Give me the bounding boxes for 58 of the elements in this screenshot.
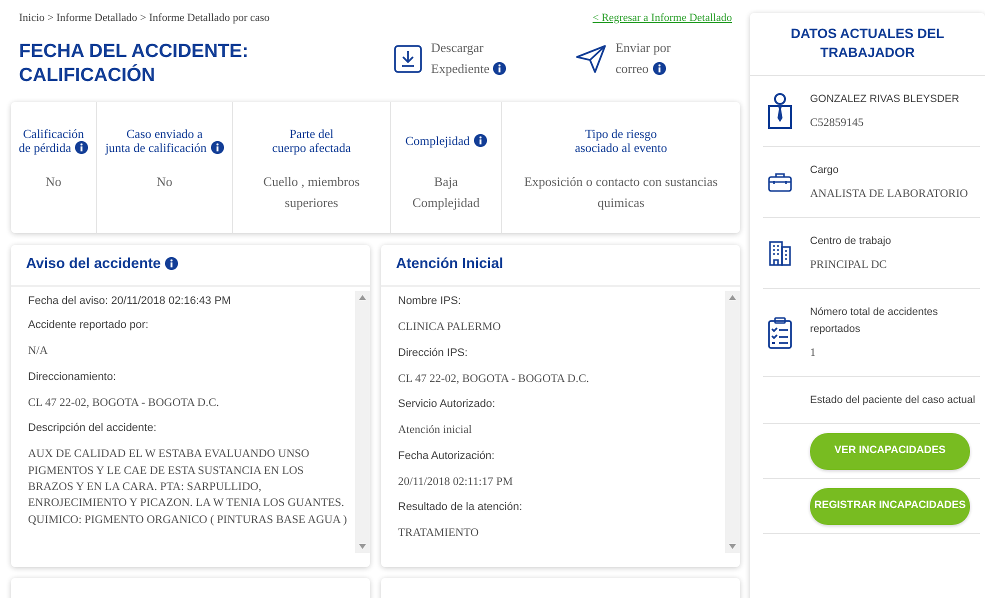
field-label: Descripción del accidente:: [28, 422, 158, 436]
action-link[interactable]: Descargar Expediente: [431, 38, 506, 80]
info-icon[interactable]: [493, 62, 506, 75]
column-heading: Calificación de pérdida: [18, 126, 88, 156]
field-value: CL 47 22-02, BOGOTA - BOGOTA D.C.: [28, 396, 220, 411]
info-icon[interactable]: [75, 141, 88, 154]
field-value: TRATAMIENTO: [398, 526, 480, 542]
card-title: Atención Inicial: [396, 256, 504, 272]
field-label: Accidente reportado por:: [28, 319, 150, 332]
field-value: C52859145: [810, 116, 865, 131]
info-icon[interactable]: [210, 141, 224, 154]
view-button[interactable]: VER INCAPACIDADES: [810, 432, 970, 470]
field-value: ANALISTA DE LABORATORIO: [810, 186, 968, 202]
field-label: Fecha del aviso: 20/11/2018 02:16:43 PM: [28, 295, 232, 308]
info-icon[interactable]: [652, 62, 666, 75]
field-value: CL 47 22-02, BOGOTA - BOGOTA D.C.: [398, 372, 590, 387]
person-icon: [768, 93, 792, 130]
field-value: 20/11/2018 02:11:17 PM: [398, 474, 514, 490]
column-value: Cuello , miembros superiores: [263, 174, 360, 210]
field-label: GONZALEZ RIVAS BLEYSDER: [810, 92, 960, 107]
field-value: PRINCIPAL DC: [810, 258, 888, 273]
column-heading: Tipo de riesgo asociado al evento: [574, 126, 668, 156]
column-value: Baja Complejidad: [412, 174, 480, 210]
field-label: Cargo: [810, 162, 840, 178]
field-value: AUX DE CALIDAD EL W ESTABA EVALUANDO UNSO PIGMENTOS Y LE CAE DE ESTA SUSTANCIA EN LOS BRAZOS Y EN LA CARA. PTA: SARPULLIDO, ENROJECIMIENTO Y PICAZON. LA W TENIA LOS GUANTES. QUIMICO: PIGMENTO ORGANICO ( PINTURAS BASE AGUA ): [28, 447, 347, 528]
breadcrumb: Inicio > Informe Detallado > Informe Detallado por caso: [19, 11, 270, 26]
field-label: Fecha Autorización:: [398, 450, 496, 463]
field-value: 1: [810, 346, 817, 361]
field-value: Atención inicial: [398, 423, 473, 438]
info-icon[interactable]: [164, 257, 178, 270]
card-title: Aviso del accidente: [26, 256, 161, 272]
column-value: No: [156, 174, 172, 189]
register-button[interactable]: REGISTRAR INCAPACIDADES: [810, 488, 970, 525]
field-label: Centro de trabajo: [810, 234, 892, 249]
back-link[interactable]: < Regresar a Informe Detallado: [592, 10, 732, 30]
column-value: No: [46, 174, 62, 189]
panel-title: DATOS ACTUALES DEL TRABAJADOR: [750, 13, 985, 76]
column-heading: Parte del cuerpo afectada: [272, 126, 351, 156]
field-label: Direccionamiento:: [28, 370, 118, 384]
briefcase-icon: [768, 172, 792, 192]
column-heading: Caso enviado a junta de calificación: [105, 126, 224, 156]
field-label: Nómero total de accidentes reportados: [810, 304, 939, 337]
action-link[interactable]: Enviar por correo: [615, 38, 671, 80]
page-title: FECHA DEL ACCIDENTE: CALIFICACIÓN: [19, 40, 250, 88]
column-value: Exposición o contacto con sustancias quimicas: [524, 174, 718, 210]
field-value: N/A: [28, 344, 49, 360]
info-icon[interactable]: [474, 134, 487, 147]
building-icon: [768, 240, 792, 266]
column-heading: Complejidad: [405, 134, 487, 148]
field-label: Nombre IPS:: [398, 295, 462, 308]
field-value: CLINICA PALERMO: [398, 320, 502, 336]
field-label: Estado del paciente del caso actual: [810, 392, 976, 408]
download-icon[interactable]: [394, 44, 422, 73]
clipboard-icon: [768, 316, 792, 349]
field-label: Dirección IPS:: [398, 346, 469, 360]
field-label: Servicio Autorizado:: [398, 398, 496, 412]
send-icon[interactable]: [576, 44, 606, 73]
field-label: Resultado de la atención:: [398, 501, 524, 514]
